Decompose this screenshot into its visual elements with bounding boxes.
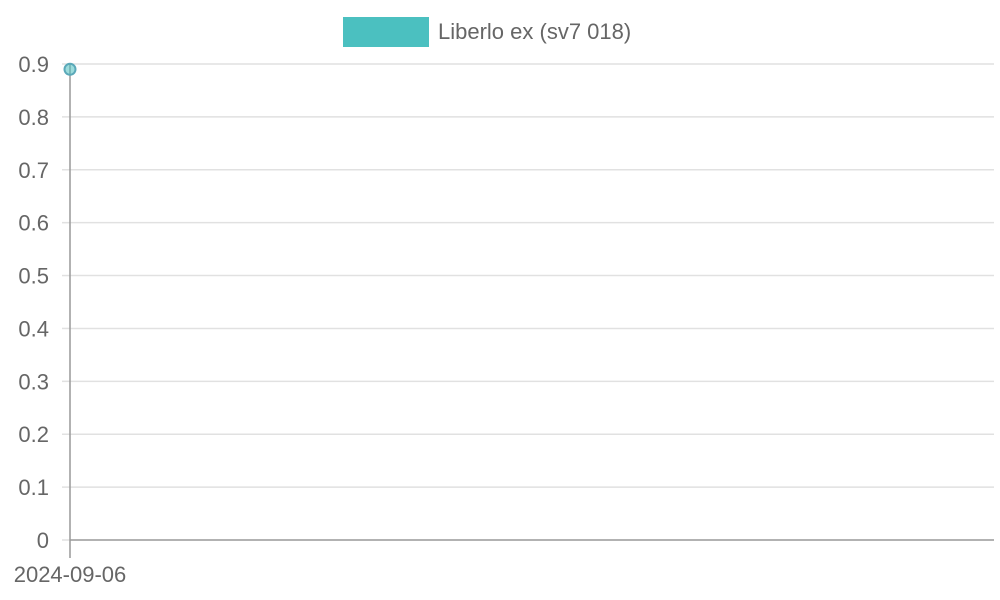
y-tick-label: 0.8: [18, 105, 49, 130]
legend-swatch[interactable]: [343, 17, 429, 47]
y-tick-label: 0.6: [18, 211, 49, 236]
gridlines: [70, 63, 994, 488]
y-tick-label: 0.2: [18, 422, 49, 447]
line-chart: Liberlo ex (sv7 018) 0 0.1 0.2 0.3 0.4 0.5 0.6…: [14, 17, 994, 587]
y-tick-label: 0.1: [18, 475, 49, 500]
y-tick-label: 0.5: [18, 264, 49, 289]
series-group: [63, 62, 77, 76]
y-tick-label: 0.4: [18, 316, 49, 341]
legend[interactable]: Liberlo ex (sv7 018): [343, 17, 631, 47]
y-tick-label: 0: [37, 528, 49, 553]
x-tick-label: 2024-09-06: [14, 562, 127, 587]
y-axis: 0 0.1 0.2 0.3 0.4 0.5 0.6 0.7 0.8 0.9: [18, 52, 71, 553]
y-tick-label: 0.9: [18, 52, 49, 77]
y-tick-label: 0.3: [18, 369, 49, 394]
y-tick-label: 0.7: [18, 158, 49, 183]
legend-label[interactable]: Liberlo ex (sv7 018): [438, 19, 631, 44]
x-axis: 2024-09-06: [14, 539, 994, 587]
data-point[interactable]: [63, 62, 77, 76]
